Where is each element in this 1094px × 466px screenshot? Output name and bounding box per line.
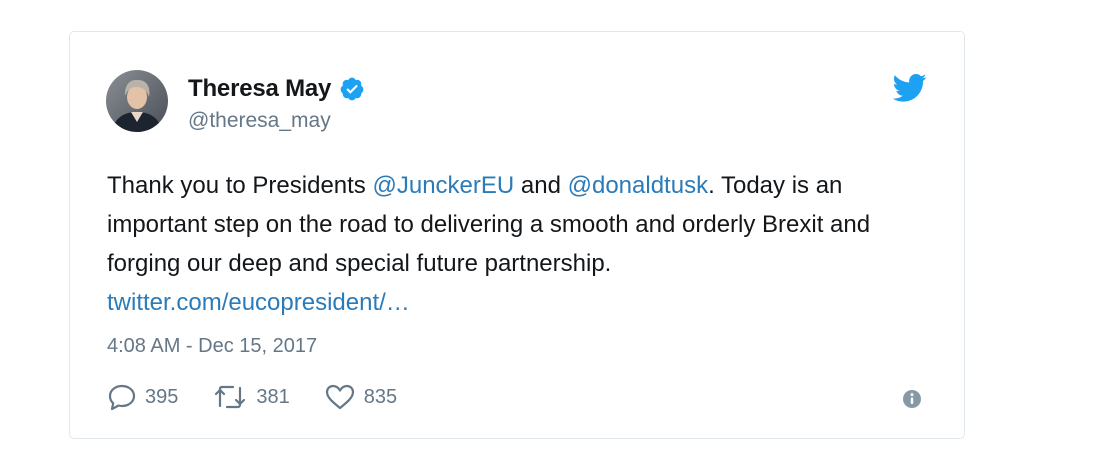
info-icon[interactable] [902,389,922,409]
retweet-button[interactable]: 381 [212,383,290,411]
name-row: Theresa May [188,72,365,106]
like-button[interactable]: 835 [324,383,397,411]
tweet-text-segment: Thank you to Presidents [107,172,373,199]
reply-icon [108,384,136,411]
like-count: 835 [363,385,398,408]
avatar[interactable] [106,70,168,132]
mention-link-junckereu[interactable]: @JunckerEU [372,172,514,199]
avatar-image [106,70,168,132]
user-block[interactable]: Theresa May @theresa_may [188,72,365,133]
twitter-bird-icon[interactable] [892,73,927,103]
retweet-count: 381 [256,385,290,408]
url-link[interactable]: twitter.com/eucopresident/… [107,289,410,316]
reply-count: 395 [145,385,179,408]
mention-link-donaldtusk[interactable]: @donaldtusk [568,172,708,199]
tweet-text: Thank you to Presidents @JunckerEU and @… [107,166,907,322]
tweet-text-segment: and [514,172,568,199]
verified-badge-icon [339,76,365,102]
tweet-timestamp[interactable]: 4:08 AM - Dec 15, 2017 [107,335,317,358]
action-bar: 395 381 835 [107,383,431,411]
user-handle[interactable]: @theresa_may [188,109,365,133]
heart-icon [325,384,354,410]
retweet-icon [215,385,246,409]
reply-button[interactable]: 395 [107,383,178,411]
tweet-card: Theresa May @theresa_may Thank you to Pr… [69,31,965,439]
display-name[interactable]: Theresa May [188,75,331,103]
